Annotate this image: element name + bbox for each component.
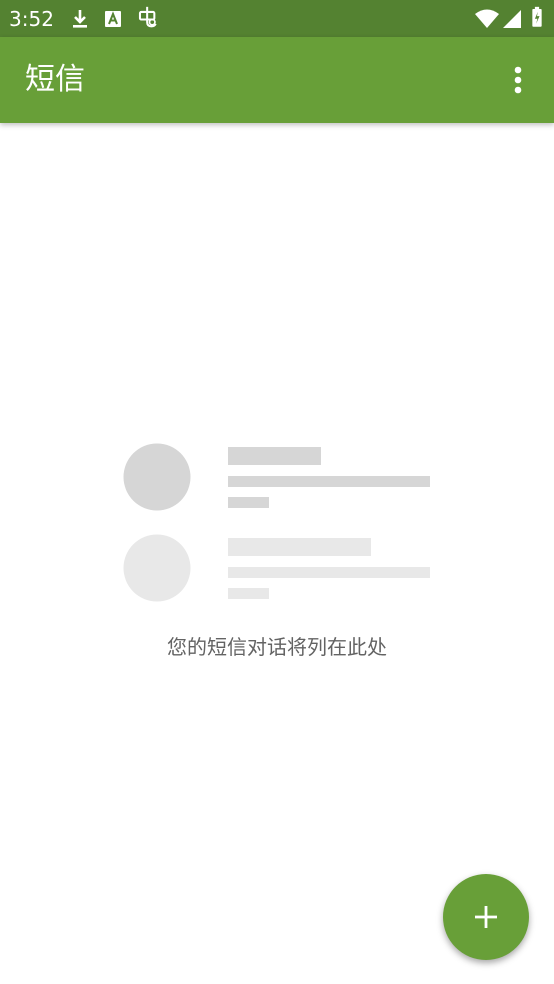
messages-screen: 3:52 短信 您的短信对话将列在此处: [0, 0, 554, 984]
font-a-icon: [105, 11, 121, 27]
more-vert-icon: [514, 66, 522, 94]
app-bar: 短信: [0, 37, 554, 123]
new-conversation-button[interactable]: [443, 874, 529, 960]
status-bar: 3:52: [0, 0, 554, 37]
wifi-icon: [475, 9, 499, 28]
page-title: 短信: [25, 62, 85, 97]
status-time: 3:52: [9, 7, 54, 31]
overflow-menu-button[interactable]: [498, 59, 538, 103]
empty-state-message: 您的短信对话将列在此处: [167, 635, 387, 659]
cell-signal-icon: [503, 10, 521, 28]
placeholder-row-2: [123, 534, 430, 602]
plus-icon: [475, 906, 497, 928]
app-notification-icon: [138, 6, 157, 28]
empty-state-illustration: [123, 443, 430, 602]
download-icon: [73, 10, 87, 28]
battery-icon: [532, 6, 542, 27]
placeholder-row-1: [123, 443, 430, 511]
